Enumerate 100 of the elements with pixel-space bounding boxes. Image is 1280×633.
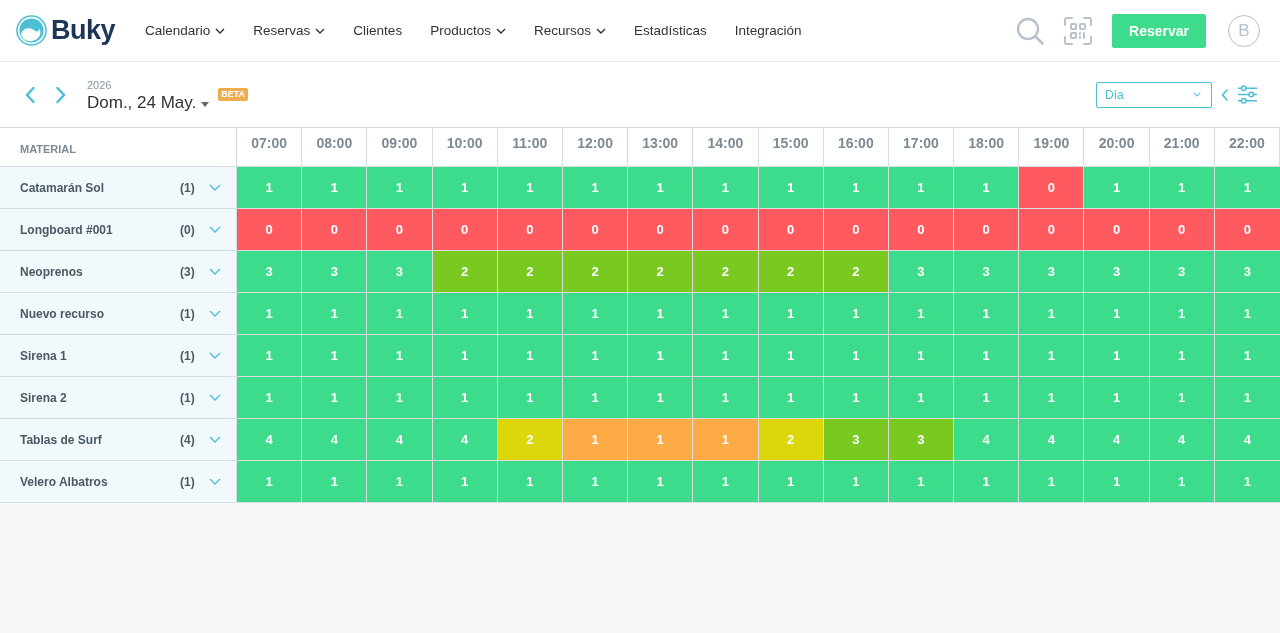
availability-cell[interactable]: 1 xyxy=(758,335,824,377)
availability-cell[interactable]: 1 xyxy=(823,377,889,419)
availability-cell[interactable]: 1 xyxy=(302,377,368,419)
brand-name[interactable]: Buky xyxy=(51,15,116,46)
reserve-button[interactable]: Reservar xyxy=(1112,13,1206,48)
availability-cell[interactable]: 1 xyxy=(367,377,433,419)
availability-cell[interactable]: 4 xyxy=(432,419,498,461)
expand-chevron-icon[interactable] xyxy=(209,226,221,233)
availability-cell[interactable]: 3 xyxy=(1019,251,1085,293)
availability-cell[interactable]: 1 xyxy=(237,461,303,503)
availability-cell[interactable]: 1 xyxy=(1214,167,1280,209)
availability-cell[interactable]: 0 xyxy=(693,209,759,251)
availability-cell[interactable]: 1 xyxy=(823,335,889,377)
date-picker[interactable]: Dom., 24 May. xyxy=(87,92,210,114)
chevron-right-icon[interactable] xyxy=(55,85,67,104)
expand-chevron-icon[interactable] xyxy=(209,478,221,485)
availability-cell[interactable]: 1 xyxy=(562,377,629,419)
availability-cell[interactable]: 3 xyxy=(302,251,368,293)
availability-cell[interactable]: 1 xyxy=(1019,461,1085,503)
expand-chevron-icon[interactable] xyxy=(209,352,221,359)
availability-cell[interactable]: 1 xyxy=(432,293,498,335)
availability-cell[interactable]: 0 xyxy=(823,209,889,251)
search-icon[interactable] xyxy=(1016,16,1044,45)
availability-cell[interactable]: 1 xyxy=(954,167,1020,209)
availability-cell[interactable]: 1 xyxy=(1084,167,1150,209)
availability-cell[interactable]: 1 xyxy=(562,419,629,461)
user-avatar[interactable]: B xyxy=(1228,14,1260,47)
availability-cell[interactable]: 0 xyxy=(954,209,1020,251)
availability-cell[interactable]: 1 xyxy=(367,293,433,335)
availability-cell[interactable]: 1 xyxy=(1084,461,1150,503)
nav-link[interactable]: Estadísticas xyxy=(633,23,707,38)
availability-cell[interactable]: 1 xyxy=(302,335,368,377)
availability-cell[interactable]: 1 xyxy=(1084,335,1150,377)
availability-cell[interactable]: 0 xyxy=(497,209,563,251)
chevron-left-icon[interactable] xyxy=(24,85,36,104)
availability-cell[interactable]: 1 xyxy=(628,167,694,209)
availability-cell[interactable]: 1 xyxy=(1149,167,1215,209)
availability-cell[interactable]: 2 xyxy=(758,419,824,461)
availability-cell[interactable]: 3 xyxy=(888,251,955,293)
availability-cell[interactable]: 0 xyxy=(432,209,498,251)
availability-cell[interactable]: 3 xyxy=(237,251,303,293)
availability-cell[interactable]: 1 xyxy=(954,377,1020,419)
nav-menu-item[interactable]: Calendario xyxy=(145,23,226,38)
availability-cell[interactable]: 1 xyxy=(562,335,629,377)
logo-wave-icon[interactable] xyxy=(16,15,47,46)
availability-cell[interactable]: 1 xyxy=(302,167,368,209)
availability-cell[interactable]: 1 xyxy=(237,335,303,377)
availability-cell[interactable]: 0 xyxy=(1084,209,1150,251)
availability-cell[interactable]: 1 xyxy=(628,419,694,461)
availability-cell[interactable]: 1 xyxy=(497,461,563,503)
availability-cell[interactable]: 1 xyxy=(1149,293,1215,335)
availability-cell[interactable]: 1 xyxy=(432,335,498,377)
availability-cell[interactable]: 1 xyxy=(628,461,694,503)
availability-cell[interactable]: 1 xyxy=(432,167,498,209)
availability-cell[interactable]: 1 xyxy=(367,461,433,503)
availability-cell[interactable]: 0 xyxy=(1019,209,1085,251)
availability-cell[interactable]: 1 xyxy=(1149,335,1215,377)
availability-cell[interactable]: 1 xyxy=(1084,377,1150,419)
availability-cell[interactable]: 1 xyxy=(1214,293,1280,335)
availability-cell[interactable]: 1 xyxy=(302,293,368,335)
nav-menu-item[interactable]: Recursos xyxy=(533,23,606,38)
availability-cell[interactable]: 1 xyxy=(367,167,433,209)
availability-cell[interactable]: 1 xyxy=(758,167,824,209)
availability-cell[interactable]: 1 xyxy=(497,377,563,419)
availability-cell[interactable]: 1 xyxy=(823,167,889,209)
nav-menu-item[interactable]: Reservas xyxy=(253,23,326,38)
availability-cell[interactable]: 2 xyxy=(497,251,563,293)
availability-cell[interactable]: 1 xyxy=(1214,461,1280,503)
availability-cell[interactable]: 1 xyxy=(302,461,368,503)
availability-cell[interactable]: 3 xyxy=(367,251,433,293)
expand-chevron-icon[interactable] xyxy=(209,436,221,443)
availability-cell[interactable]: 0 xyxy=(1019,167,1085,209)
chevron-left-icon[interactable] xyxy=(1221,87,1229,102)
availability-cell[interactable]: 1 xyxy=(693,461,759,503)
availability-cell[interactable]: 1 xyxy=(888,377,955,419)
availability-cell[interactable]: 0 xyxy=(562,209,629,251)
availability-cell[interactable]: 4 xyxy=(302,419,368,461)
availability-cell[interactable]: 4 xyxy=(237,419,303,461)
availability-cell[interactable]: 3 xyxy=(954,251,1020,293)
view-select[interactable]: Día xyxy=(1096,81,1212,108)
availability-cell[interactable]: 1 xyxy=(758,377,824,419)
availability-cell[interactable]: 0 xyxy=(237,209,303,251)
availability-cell[interactable]: 0 xyxy=(367,209,433,251)
availability-cell[interactable]: 0 xyxy=(888,209,955,251)
expand-chevron-icon[interactable] xyxy=(209,394,221,401)
availability-cell[interactable]: 1 xyxy=(432,377,498,419)
nav-link[interactable]: Clientes xyxy=(353,23,403,38)
availability-cell[interactable]: 1 xyxy=(693,419,759,461)
availability-cell[interactable]: 0 xyxy=(1149,209,1215,251)
qr-scan-icon[interactable] xyxy=(1064,16,1092,45)
availability-cell[interactable]: 1 xyxy=(237,293,303,335)
availability-cell[interactable]: 2 xyxy=(823,251,889,293)
availability-cell[interactable]: 1 xyxy=(954,335,1020,377)
availability-cell[interactable]: 1 xyxy=(628,335,694,377)
availability-cell[interactable]: 2 xyxy=(497,419,563,461)
availability-cell[interactable]: 1 xyxy=(628,377,694,419)
availability-cell[interactable]: 1 xyxy=(1214,377,1280,419)
availability-cell[interactable]: 1 xyxy=(562,461,629,503)
availability-cell[interactable]: 2 xyxy=(562,251,629,293)
availability-cell[interactable]: 2 xyxy=(693,251,759,293)
